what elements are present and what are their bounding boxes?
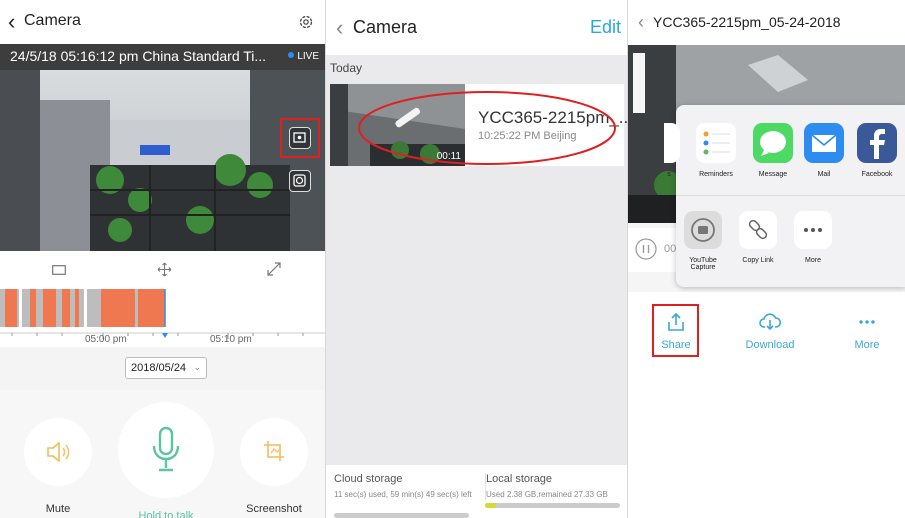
share-app-notes[interactable] (664, 123, 680, 163)
playback-header: ‹ YCC365-2215pm_05-24-2018 (628, 0, 905, 45)
share-app-reminders[interactable] (696, 123, 736, 163)
link-icon (748, 219, 768, 240)
date-value: 2018/05/24 (131, 362, 187, 374)
share-sheet-divider (676, 195, 905, 196)
record-button[interactable] (289, 127, 311, 149)
highlight-ellipse (358, 91, 616, 165)
hold-to-talk-button[interactable] (118, 402, 214, 498)
share-app-facebook[interactable] (857, 123, 897, 163)
download-label: Download (745, 339, 795, 351)
live-badge: LIVE (288, 51, 319, 62)
pause-icon[interactable] (635, 238, 657, 260)
cloud-storage-title: Cloud storage (334, 473, 403, 485)
screenshot-collage: ‹ Camera 24/5/18 05:16:12 pm China Stand… (0, 0, 905, 518)
share-app-label: Reminders (699, 171, 733, 178)
tick-marks (0, 332, 325, 339)
mail-icon (811, 134, 837, 152)
share-app-label: Mail (817, 171, 831, 178)
speaker-icon (47, 442, 70, 462)
live-video-feed[interactable] (0, 70, 325, 251)
more-dots-icon (804, 228, 822, 232)
more-button[interactable]: More (847, 312, 887, 351)
local-storage-fill (485, 503, 496, 508)
mute-label: Mute (45, 503, 71, 515)
share-action-more[interactable] (794, 211, 832, 249)
share-app-label: s (667, 171, 671, 178)
back-chevron-icon[interactable]: ‹ (336, 15, 343, 41)
back-chevron-icon[interactable]: ‹ (8, 9, 15, 35)
microphone-icon (152, 426, 180, 472)
share-action-label: YouTube Capture (689, 257, 717, 271)
page-title: Camera (353, 17, 418, 37)
tick-label-0500: 05:00 pm (85, 334, 127, 345)
share-action-youtube-capture[interactable] (684, 211, 722, 249)
camera-scene-image (0, 70, 325, 251)
page-title: YCC365-2215pm_05-24-2018 (653, 14, 841, 30)
edit-button[interactable]: Edit (590, 17, 621, 38)
share-action-label: More (805, 257, 821, 264)
share-icon (668, 312, 684, 331)
cloud-download-icon (759, 313, 782, 331)
snapshot-button[interactable] (289, 170, 311, 192)
file-actions: Share Download More (628, 292, 905, 518)
record-icon (293, 132, 306, 143)
share-action-copy-link[interactable] (739, 211, 777, 249)
facebook-icon (870, 129, 885, 159)
local-storage-bar (485, 503, 620, 508)
section-header-today: Today (330, 61, 363, 75)
local-storage-title: Local storage (486, 473, 553, 485)
local-storage[interactable]: Local storage Used 2.38 GB,remained 27.3… (485, 473, 625, 500)
screenshot-button[interactable] (240, 418, 308, 486)
share-label: Share (661, 339, 691, 351)
more-label: More (854, 339, 880, 351)
more-dots-icon (859, 320, 875, 324)
download-button[interactable]: Download (740, 312, 800, 351)
hold-to-talk-label: Hold to talk (138, 510, 194, 518)
timeline-ticks (0, 327, 325, 347)
pan-move-icon[interactable] (157, 262, 172, 277)
share-panel: ‹ YCC365-2215pm_05-24-2018 00 s Reminder… (627, 0, 905, 518)
live-dot-icon (288, 52, 295, 58)
elapsed-time: 00 (664, 243, 677, 255)
youtube-capture-icon (691, 218, 715, 242)
live-status-bar: 24/5/18 05:16:12 pm China Standard Ti...… (0, 44, 325, 70)
live-label: LIVE (297, 51, 319, 62)
fullscreen-icon[interactable] (267, 262, 281, 276)
share-app-label: Message (758, 171, 788, 178)
gear-icon[interactable] (298, 14, 314, 30)
share-app-mail[interactable] (804, 123, 844, 163)
timeline-segments (0, 289, 166, 327)
cloud-storage-text: 11 sec(s) used, 59 min(s) 49 sec(s) left (334, 490, 472, 499)
storage-summary: Cloud storage 11 sec(s) used, 59 min(s) … (326, 465, 627, 518)
share-sheet: s Reminders Message Mail Facebook YouTub… (664, 105, 905, 287)
reminders-icon (703, 131, 730, 155)
recording-timeline[interactable] (0, 289, 325, 327)
date-selector[interactable]: 2018/05/24 ⌄ (125, 357, 207, 379)
message-icon (760, 131, 786, 156)
live-actions: Mute Hold to talk Screenshot (0, 390, 325, 518)
crop-icon (264, 441, 284, 461)
share-button[interactable]: Share (654, 312, 698, 351)
cloud-storage[interactable]: Cloud storage 11 sec(s) used, 59 min(s) … (334, 473, 474, 500)
view-control-bar (0, 251, 325, 289)
local-storage-text: Used 2.38 GB,remained 27.33 GB (486, 490, 608, 499)
share-action-label: Copy Link (742, 257, 774, 264)
page-title: Camera (24, 12, 81, 29)
aspect-ratio-icon[interactable] (52, 265, 66, 275)
mute-button[interactable] (24, 418, 92, 486)
recordings-header: ‹ Camera Edit (326, 0, 627, 55)
tick-label-0510: 05:10 pm (210, 334, 252, 345)
snapshot-icon (293, 174, 306, 187)
cloud-storage-bar (334, 513, 469, 518)
screenshot-label: Screenshot (246, 503, 302, 515)
live-view-header: ‹ Camera (0, 0, 325, 44)
live-timestamp: 24/5/18 05:16:12 pm China Standard Ti... (10, 48, 267, 64)
chevron-down-icon: ⌄ (193, 362, 201, 372)
live-view-panel: ‹ Camera 24/5/18 05:16:12 pm China Stand… (0, 0, 325, 518)
share-app-label: Facebook (861, 171, 893, 178)
share-app-message[interactable] (753, 123, 793, 163)
recordings-panel: ‹ Camera Edit Today 00:11 YCC365-2215pm_… (325, 0, 627, 518)
back-chevron-icon[interactable]: ‹ (638, 12, 644, 33)
